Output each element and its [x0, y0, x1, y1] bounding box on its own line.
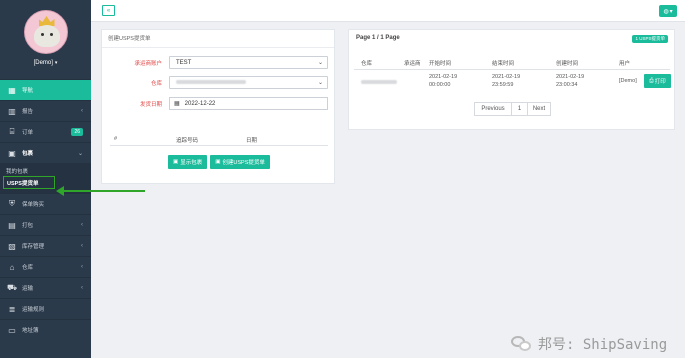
print-button[interactable]: ⎙ 打印 [644, 74, 671, 88]
warehouse-row: 仓库 ⌄ [102, 76, 336, 90]
col-carrier: 承运商 [404, 61, 421, 67]
col-start-time: 开始时间 [429, 61, 452, 67]
header-divider [354, 69, 670, 70]
pagination: Previous 1 Next [474, 102, 551, 116]
chevron-left-icon: ‹ [81, 264, 83, 270]
sidebar-item-shipping-rules[interactable]: ≣ 运输规则 [0, 298, 91, 319]
cart-icon: ⌸ [9, 127, 15, 136]
sidebar-item-inventory[interactable]: ▧ 库存管理 ‹ [0, 235, 91, 256]
highlight-arrow-line [60, 190, 145, 192]
warehouse-select[interactable]: ⌄ [169, 76, 328, 89]
package-table-header: # 追踪号码 日期 [110, 132, 328, 146]
carrier-row: 承运商账户 TEST ⌄ [102, 56, 336, 70]
redacted-warehouse [176, 80, 246, 85]
box-icon: ▣ [173, 159, 179, 165]
book-icon: ▭ [8, 325, 16, 335]
globe-icon: ◍ [663, 8, 669, 15]
redacted-warehouse-cell [361, 78, 397, 86]
show-packages-button[interactable]: ▣ 显示包裹 [168, 155, 208, 169]
user-name: [Demo] [33, 60, 53, 66]
next-page-button[interactable]: Next [527, 102, 551, 116]
chevron-down-icon: ⌄ [317, 60, 323, 66]
sidebar-item-insurance[interactable]: ⛨ 保单购买 [0, 193, 91, 214]
page-1-button[interactable]: 1 [511, 102, 528, 116]
printer-icon: ⎙ [649, 77, 654, 84]
col-end-time: 结束时间 [492, 61, 515, 67]
chevron-left-icon: ‹ [81, 285, 83, 291]
start-time-cell: 2021-02-19 00:00:00 [429, 74, 458, 88]
pack-icon: ▤ [8, 220, 16, 230]
sidebar-item-reports[interactable]: ▥ 报告 ‹ [0, 100, 91, 121]
chevron-left-icon: ‹ [81, 222, 83, 228]
sidebar-item-orders[interactable]: ⌸ 订单 26 [0, 121, 91, 142]
sidebar-item-warehouse[interactable]: ⌂ 仓库 ‹ [0, 256, 91, 277]
warehouse-label: 仓库 [150, 81, 162, 87]
watermark: 邦号: ShipSaving [511, 334, 667, 354]
panel-title: 创建USPS提货单 [102, 30, 334, 48]
store-icon: ⌂ [9, 262, 15, 272]
col-warehouse: 仓库 [361, 61, 373, 67]
sidebar-subitem-usps-pickup[interactable]: USPS提货单 [3, 176, 55, 189]
pickup-date-row: 发货日期 ▦ 2022-12-22 [102, 97, 336, 111]
box-icon: ▣ [8, 148, 16, 158]
truck-icon: ⛟ [6, 283, 18, 292]
create-pickup-button[interactable]: ▣ 创建USPS提货单 [210, 155, 270, 169]
pickup-list-panel: Page 1 / 1 Page 1 USPS提货单 仓库 承运商 开始时间 结束… [348, 29, 675, 130]
sidebar-toggle-button[interactable]: « [102, 5, 115, 16]
carrier-select[interactable]: TEST ⌄ [169, 56, 328, 69]
end-time-cell: 2021-02-19 23:59:59 [492, 74, 521, 88]
sidebar-subitem-my-packages[interactable]: 我的包裹 [0, 165, 91, 176]
create-pickup-panel: 创建USPS提货单 承运商账户 TEST ⌄ 仓库 ⌄ 发货日期 ▦ 2022-… [101, 29, 335, 184]
chevron-left-icon: ‹ [81, 243, 83, 249]
topbar: « ◍ ▾ [91, 0, 685, 22]
sidebar-item-shipping[interactable]: ⛟ 运输 ‹ [0, 277, 91, 298]
chart-icon: ▥ [8, 106, 16, 116]
col-created-time: 创建时间 [556, 61, 579, 67]
avatar[interactable] [23, 10, 68, 54]
created-time-cell: 2021-02-19 23:00:34 [556, 74, 585, 88]
chat-bubbles-icon [511, 336, 533, 352]
chevron-left-icon: ‹ [81, 108, 83, 114]
carrier-label: 承运商账户 [134, 61, 162, 67]
sidebar-item-packages[interactable]: ▣ 包裹 ⌄ [0, 142, 91, 163]
language-button[interactable]: ◍ ▾ [659, 5, 677, 17]
sidebar-item-dashboard[interactable]: ▦ 导航 [0, 79, 91, 100]
prev-page-button[interactable]: Previous [474, 102, 512, 116]
caret-down-icon: ▾ [54, 60, 58, 66]
rules-icon: ≣ [8, 304, 16, 314]
count-badge: 1 USPS提货单 [632, 35, 668, 43]
user-menu[interactable]: [Demo] ▾ [0, 60, 91, 66]
watermark-text: 邦号: ShipSaving [538, 337, 668, 353]
shield-icon: ⛨ [9, 199, 15, 208]
box-icon: ▣ [215, 159, 221, 165]
orders-count-badge: 26 [71, 128, 83, 136]
sidebar-item-address-book[interactable]: ▭ 地址簿 [0, 319, 91, 340]
pickup-date-label: 发货日期 [139, 102, 162, 108]
caret-down-icon: ▾ [669, 8, 673, 15]
action-buttons: ▣ 显示包裹 ▣ 创建USPS提货单 [168, 155, 270, 169]
user-panel: [Demo] ▾ [0, 0, 91, 79]
page-info: Page 1 / 1 Page [356, 35, 400, 41]
grid-icon: ▦ [8, 85, 16, 95]
sidebar: [Demo] ▾ ▦ 导航 ▥ 报告 ‹ ⌸ 订单 26 ▣ 包裹 ⌄ 我的包裹 … [0, 0, 91, 358]
packages-submenu: 我的包裹 USPS提货单 [0, 163, 91, 193]
pickup-date-input[interactable]: ▦ 2022-12-22 [169, 97, 328, 110]
calendar-icon: ▦ [174, 100, 180, 107]
chevron-down-icon: ⌄ [77, 150, 83, 157]
user-cell: [Demo] [619, 78, 637, 84]
sidebar-item-packing[interactable]: ▤ 打包 ‹ [0, 214, 91, 235]
arrow-left-icon [56, 186, 64, 196]
chevron-down-icon: ⌄ [317, 80, 323, 86]
col-user: 用户 [619, 61, 631, 67]
warehouse-icon: ▧ [8, 241, 16, 251]
